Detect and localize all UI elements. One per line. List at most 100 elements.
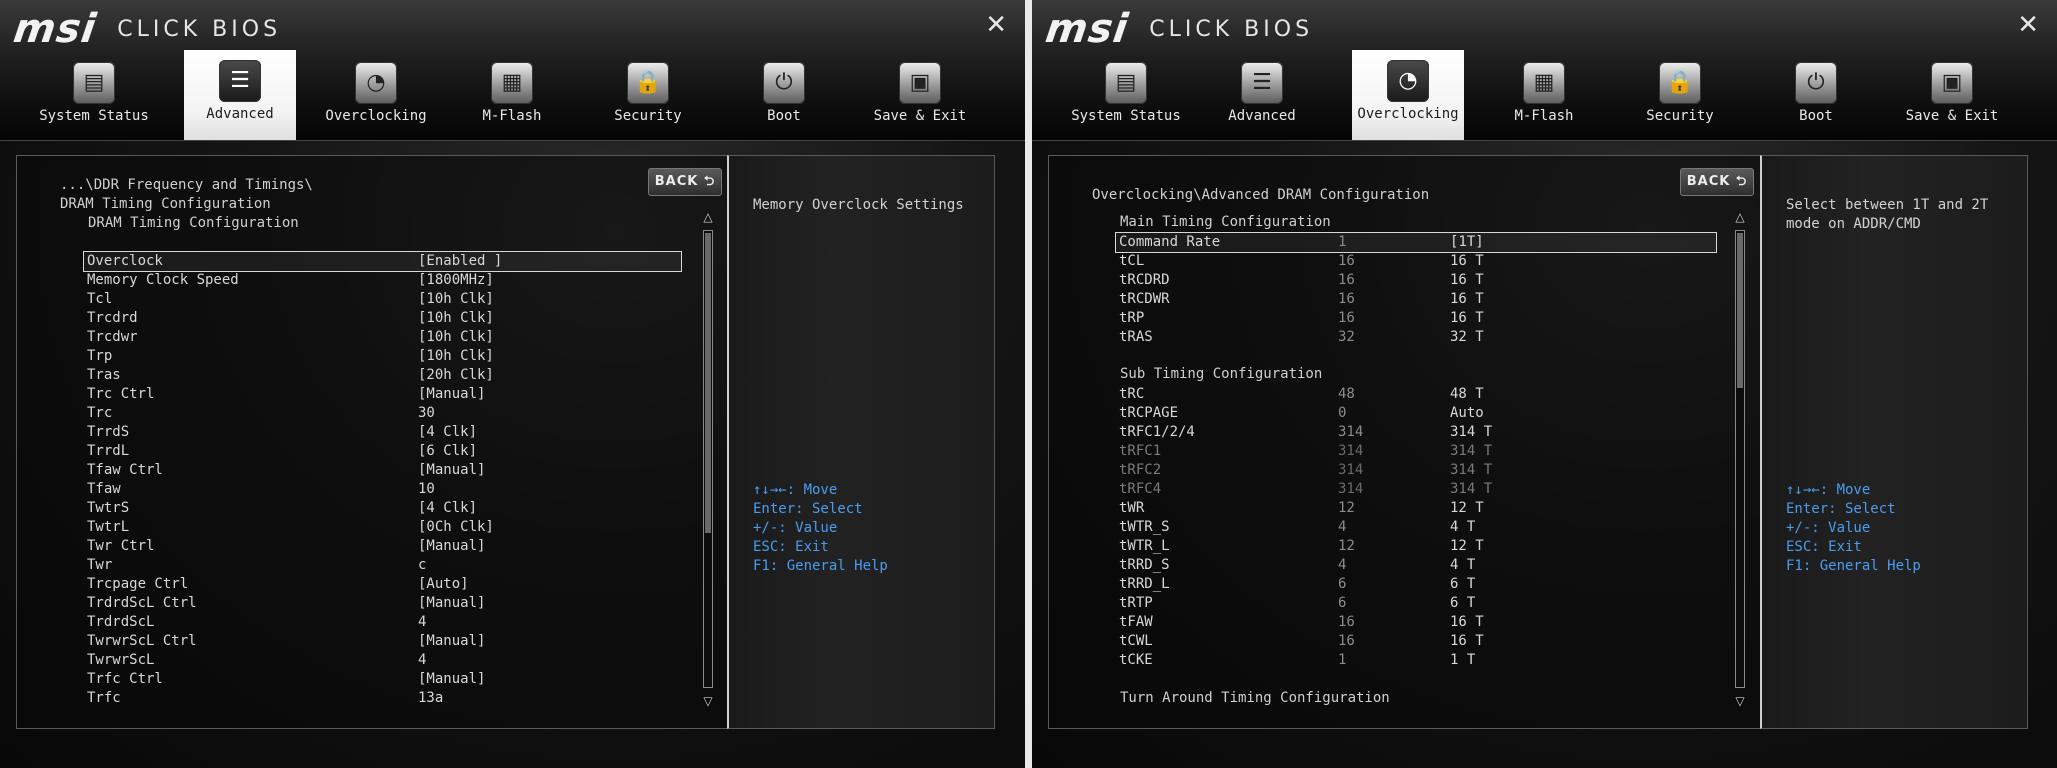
setting-value[interactable]: 13a	[418, 689, 443, 708]
setting-row[interactable]: tRP 16 16 T	[1116, 309, 1716, 328]
section-turn-around-timing[interactable]: Turn Around Timing Configuration	[1120, 690, 1390, 706]
setting-row[interactable]: tRRD_S 4 4 T	[1116, 556, 1716, 575]
setting-value[interactable]: [10h Clk]	[418, 290, 494, 309]
setting-value[interactable]: [10h Clk]	[418, 328, 494, 347]
tab-system-status[interactable]: ▤ System Status	[1070, 52, 1182, 138]
tab-system-status[interactable]: ▤ System Status	[38, 52, 150, 138]
setting-value[interactable]: [6 Clk]	[418, 442, 477, 461]
setting-row[interactable]: Tras [20h Clk]	[84, 366, 681, 385]
setting-row[interactable]: TwrwrScL Ctrl [Manual]	[84, 632, 681, 651]
scrollbar[interactable]	[703, 230, 713, 688]
scroll-down-icon[interactable]: ▽	[702, 694, 714, 708]
setting-row[interactable]: TrdrdScL 4	[84, 613, 681, 632]
setting-value[interactable]: 4 T	[1450, 518, 1475, 537]
scrollbar[interactable]	[1735, 230, 1745, 688]
setting-value[interactable]: [4 Clk]	[418, 423, 477, 442]
setting-value[interactable]: 32 T	[1450, 328, 1484, 347]
tab-overclocking[interactable]: ◔ Overclocking	[320, 52, 432, 138]
scroll-down-icon[interactable]: ▽	[1734, 694, 1746, 708]
setting-row[interactable]: tCWL 16 16 T	[1116, 632, 1716, 651]
setting-row[interactable]: tWR 12 12 T	[1116, 499, 1716, 518]
setting-row[interactable]: TwrwrScL 4	[84, 651, 681, 670]
setting-row[interactable]: tFAW 16 16 T	[1116, 613, 1716, 632]
setting-value[interactable]: 4	[418, 651, 426, 670]
setting-row[interactable]: tRCPAGE 0 Auto	[1116, 404, 1716, 423]
setting-value[interactable]: [Manual]	[418, 537, 485, 556]
setting-value[interactable]: 16 T	[1450, 271, 1484, 290]
setting-value[interactable]: 4 T	[1450, 556, 1475, 575]
setting-value[interactable]: 1 T	[1450, 651, 1475, 670]
setting-row[interactable]: tRRD_L 6 6 T	[1116, 575, 1716, 594]
setting-row[interactable]: Trc Ctrl [Manual]	[84, 385, 681, 404]
setting-value[interactable]: [4 Clk]	[418, 499, 477, 518]
tab-security[interactable]: 🔒 Security	[1624, 52, 1736, 138]
setting-row[interactable]: Tcl [10h Clk]	[84, 290, 681, 309]
setting-value[interactable]: 6 T	[1450, 594, 1475, 613]
tab-save-exit[interactable]: ▣ Save & Exit	[1896, 52, 2008, 138]
setting-value[interactable]: 16 T	[1450, 632, 1484, 651]
setting-row[interactable]: tRTP 6 6 T	[1116, 594, 1716, 613]
setting-row[interactable]: tCL 16 16 T	[1116, 252, 1716, 271]
setting-row[interactable]: Trcdwr [10h Clk]	[84, 328, 681, 347]
setting-row[interactable]: TwtrL [0Ch Clk]	[84, 518, 681, 537]
setting-row[interactable]: tRFC1/2/4 314 314 T	[1116, 423, 1716, 442]
setting-row[interactable]: tRCDWR 16 16 T	[1116, 290, 1716, 309]
setting-value[interactable]: [0Ch Clk]	[418, 518, 494, 537]
setting-value[interactable]: [1T]	[1450, 233, 1484, 252]
scroll-up-icon[interactable]: △	[702, 210, 714, 224]
tab-m-flash[interactable]: ▦ M-Flash	[1488, 52, 1600, 138]
close-icon[interactable]: ✕	[2017, 10, 2039, 40]
scrollbar-thumb[interactable]	[1737, 233, 1743, 388]
setting-row[interactable]: TrdrdScL Ctrl [Manual]	[84, 594, 681, 613]
setting-row[interactable]: Memory Clock Speed [1800MHz]	[84, 271, 681, 290]
setting-row[interactable]: Tfaw Ctrl [Manual]	[84, 461, 681, 480]
setting-value[interactable]: 48 T	[1450, 385, 1484, 404]
setting-value[interactable]: [20h Clk]	[418, 366, 494, 385]
back-button[interactable]: BACK ⮌	[648, 168, 722, 196]
setting-row-command-rate[interactable]: Command Rate 1 [1T]	[1115, 232, 1717, 253]
setting-value[interactable]: [10h Clk]	[418, 347, 494, 366]
setting-value[interactable]: 16 T	[1450, 252, 1484, 271]
setting-row[interactable]: tWTR_S 4 4 T	[1116, 518, 1716, 537]
setting-value[interactable]: 30	[418, 404, 435, 423]
tab-boot[interactable]: ⏻ Boot	[728, 52, 840, 138]
setting-value[interactable]: [10h Clk]	[418, 309, 494, 328]
setting-value[interactable]: 16 T	[1450, 309, 1484, 328]
setting-row[interactable]: Trc 30	[84, 404, 681, 423]
setting-value[interactable]: [Manual]	[418, 385, 485, 404]
close-icon[interactable]: ✕	[985, 10, 1007, 40]
setting-value[interactable]: 16 T	[1450, 613, 1484, 632]
setting-row[interactable]: tRCDRD 16 16 T	[1116, 271, 1716, 290]
tab-boot[interactable]: ⏻ Boot	[1760, 52, 1872, 138]
setting-value[interactable]: [1800MHz]	[418, 271, 494, 290]
tab-security[interactable]: 🔒 Security	[592, 52, 704, 138]
setting-value[interactable]: 16 T	[1450, 290, 1484, 309]
tab-advanced[interactable]: ☰ Advanced	[184, 50, 296, 140]
setting-row[interactable]: Twr Ctrl [Manual]	[84, 537, 681, 556]
scrollbar-thumb[interactable]	[705, 233, 711, 533]
setting-value[interactable]: 12 T	[1450, 499, 1484, 518]
tab-m-flash[interactable]: ▦ M-Flash	[456, 52, 568, 138]
setting-row[interactable]: tCKE 1 1 T	[1116, 651, 1716, 670]
setting-value[interactable]: c	[418, 556, 426, 575]
back-button[interactable]: BACK ⮌	[1680, 168, 1754, 196]
scroll-up-icon[interactable]: △	[1734, 210, 1746, 224]
setting-row[interactable]: Twr c	[84, 556, 681, 575]
setting-value[interactable]: 10	[418, 480, 435, 499]
tab-overclocking[interactable]: ◔ Overclocking	[1352, 50, 1464, 140]
setting-value[interactable]: [Manual]	[418, 632, 485, 651]
setting-row[interactable]: Trcpage Ctrl [Auto]	[84, 575, 681, 594]
setting-row[interactable]: TwtrS [4 Clk]	[84, 499, 681, 518]
setting-value[interactable]: [Manual]	[418, 594, 485, 613]
setting-row[interactable]: Tfaw 10	[84, 480, 681, 499]
setting-row[interactable]: Trfc 13a	[84, 689, 681, 708]
setting-value[interactable]: [Manual]	[418, 670, 485, 689]
setting-value[interactable]: 4	[418, 613, 426, 632]
setting-value[interactable]: 12 T	[1450, 537, 1484, 556]
tab-save-exit[interactable]: ▣ Save & Exit	[864, 52, 976, 138]
setting-value[interactable]: 314 T	[1450, 423, 1492, 442]
setting-row[interactable]: Trp [10h Clk]	[84, 347, 681, 366]
setting-value[interactable]: [Manual]	[418, 461, 485, 480]
setting-value[interactable]: 6 T	[1450, 575, 1475, 594]
setting-row[interactable]: Trfc Ctrl [Manual]	[84, 670, 681, 689]
